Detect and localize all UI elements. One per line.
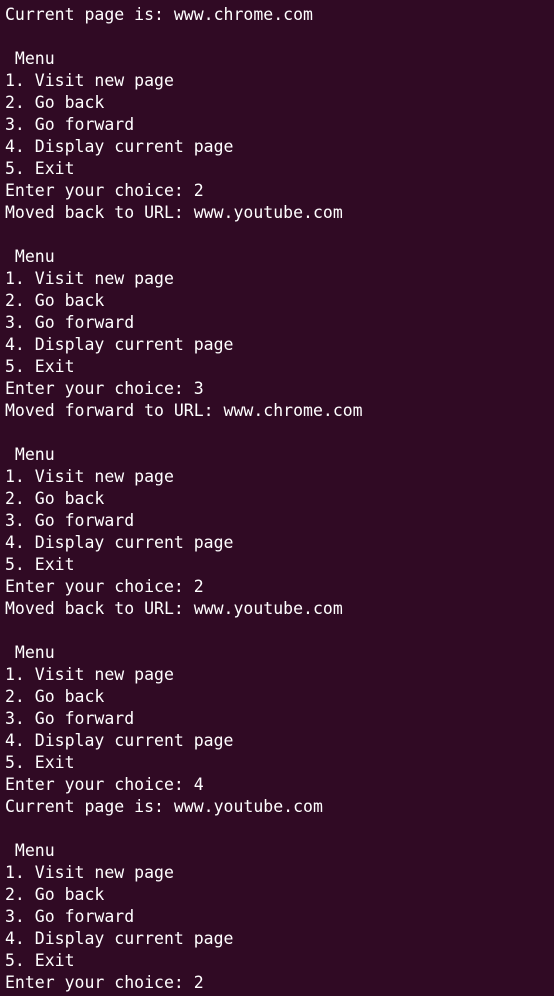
terminal-line: 2. Go back [5,885,105,904]
terminal-line: Enter your choice: 2 [5,577,204,596]
terminal-line: 2. Go back [5,687,105,706]
terminal-window[interactable]: Current page is: www.chrome.com Menu 1. V… [0,0,554,996]
terminal-line: Menu [5,643,55,662]
terminal-line: Menu [5,445,55,464]
terminal-line: Current page is: www.chrome.com [5,5,313,24]
terminal-line: 4. Display current page [5,533,234,552]
terminal-line: 5. Exit [5,357,75,376]
terminal-line: 3. Go forward [5,709,135,728]
terminal-line: 4. Display current page [5,731,234,750]
terminal-line: 1. Visit new page [5,467,174,486]
terminal-line: 5. Exit [5,159,75,178]
terminal-line: 3. Go forward [5,511,135,530]
terminal-line: 3. Go forward [5,115,135,134]
terminal-line: 1. Visit new page [5,863,174,882]
terminal-line: Menu [5,247,55,266]
terminal-line: 2. Go back [5,489,105,508]
terminal-line: Moved forward to URL: www.chrome.com [5,401,363,420]
terminal-line: Moved back to URL: www.youtube.com [5,599,343,618]
terminal-line: 3. Go forward [5,313,135,332]
terminal-line: Moved back to URL: www.youtube.com [5,203,343,222]
terminal-line: 2. Go back [5,93,105,112]
terminal-line: 1. Visit new page [5,665,174,684]
terminal-line: Current page is: www.youtube.com [5,797,323,816]
terminal-line: 2. Go back [5,291,105,310]
terminal-line: Enter your choice: 3 [5,379,204,398]
terminal-line: Enter your choice: 2 [5,973,204,992]
terminal-line: Menu [5,49,55,68]
terminal-line: Enter your choice: 2 [5,181,204,200]
terminal-line: 4. Display current page [5,929,234,948]
terminal-line: 5. Exit [5,951,75,970]
terminal-line: 3. Go forward [5,907,135,926]
terminal-line: 4. Display current page [5,335,234,354]
terminal-line: Enter your choice: 4 [5,775,204,794]
terminal-line: 1. Visit new page [5,269,174,288]
terminal-line: 4. Display current page [5,137,234,156]
terminal-line: Menu [5,841,55,860]
terminal-line: 1. Visit new page [5,71,174,90]
terminal-line: 5. Exit [5,555,75,574]
terminal-line: 5. Exit [5,753,75,772]
